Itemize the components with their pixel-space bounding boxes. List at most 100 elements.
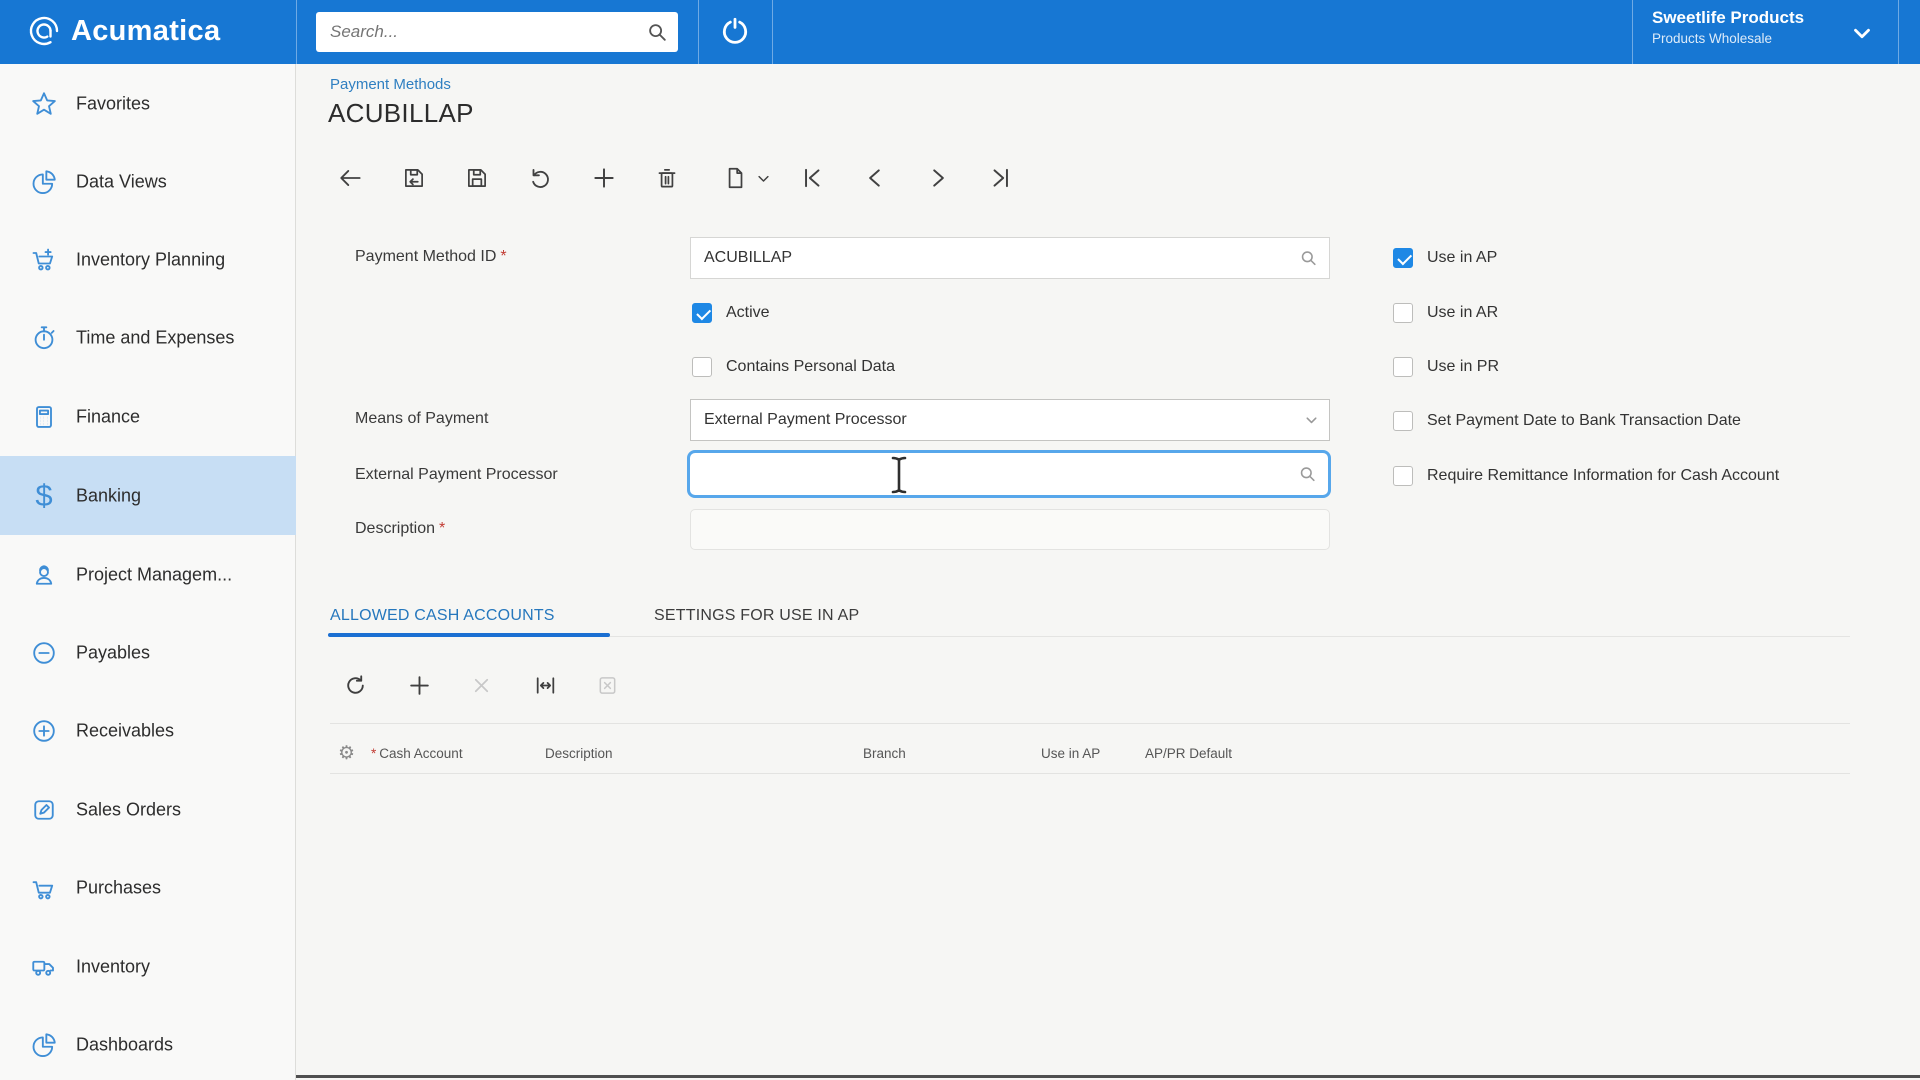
sidebar-item-label: Dashboards [76,1034,174,1054]
sidebar-item-inventory-planning[interactable]: Inventory Planning [0,220,296,299]
cancel-undo-button[interactable] [524,162,556,194]
stopwatch-icon [24,318,64,358]
sidebar-item-banking[interactable]: $ Banking [0,456,296,535]
use-in-pr-label[interactable]: Use in PR [1427,358,1499,376]
active-checkbox[interactable] [692,303,712,323]
search-icon[interactable] [646,21,668,43]
calculator-icon [24,397,64,437]
sidebar-item-purchases[interactable]: Purchases [0,848,296,927]
use-in-pr-checkbox[interactable] [1393,357,1413,377]
payment-method-id-field[interactable] [690,237,1330,279]
require-remittance-label[interactable]: Require Remittance Information for Cash … [1427,467,1779,485]
sidebar-item-data-views[interactable]: Data Views [0,142,296,221]
worker-icon [24,555,64,595]
grid-delete-row-icon[interactable] [465,669,497,701]
use-in-ap-checkbox[interactable] [1393,248,1413,268]
company-selector[interactable]: Sweetlife Products Products Wholesale [1652,8,1892,46]
topbar-separator [296,0,297,64]
sidebar-item-inventory[interactable]: Inventory [0,927,296,1006]
reload-icon[interactable] [719,16,751,48]
save-and-close-button[interactable] [398,162,430,194]
back-arrow-button[interactable] [335,162,367,194]
chevron-down-icon[interactable] [1303,412,1320,429]
sidebar-item-project-management[interactable]: Project Managem... [0,535,296,614]
grid-add-row-icon[interactable] [403,669,435,701]
external-payment-processor-label: External Payment Processor [355,466,558,483]
sidebar-item-receivables[interactable]: Receivables [0,691,296,770]
use-in-ar-label[interactable]: Use in AR [1427,304,1498,322]
sidebar-item-label: Receivables [76,720,175,740]
external-payment-processor-field[interactable] [687,450,1331,498]
sidebar-item-label: Finance [76,406,141,426]
set-payment-date-checkbox[interactable] [1393,411,1413,431]
sidebar-item-label: Inventory [76,956,151,976]
description-input[interactable] [703,510,1303,549]
top-bar: Acumatica Sweetlife Products Products Wh… [0,0,1920,64]
topbar-separator [698,0,699,64]
copy-paste-button[interactable] [719,162,751,194]
lookup-magnifier-icon[interactable] [1299,249,1318,268]
grid-settings-gear-icon[interactable]: ⚙ [338,742,355,765]
sidebar-item-label: Sales Orders [76,799,182,819]
cart-plus-icon [24,240,64,280]
sidebar-item-label: Payables [76,642,151,662]
column-header-description[interactable]: Description [545,746,613,761]
go-first-record-button[interactable] [796,162,828,194]
add-new-record-button[interactable] [588,162,620,194]
column-header-ap-pr-default[interactable]: AP/PR Default [1145,746,1232,761]
sidebar-item-finance[interactable]: Finance [0,377,296,456]
payment-method-id-input[interactable] [704,239,1264,277]
sidebar-item-label: Time and Expenses [76,327,235,347]
pie-chart-icon [24,162,64,202]
go-last-record-button[interactable] [985,162,1017,194]
tab-allowed-cash-accounts[interactable]: ALLOWED CASH ACCOUNTS [330,607,555,625]
require-remittance-checkbox[interactable] [1393,466,1413,486]
active-checkbox-label[interactable]: Active [726,304,770,322]
tab-settings-for-use-in-ap[interactable]: SETTINGS FOR USE IN AP [654,607,859,625]
text-cursor-ibeam [884,454,914,496]
sidebar-item-sales-orders[interactable]: Sales Orders [0,770,296,849]
column-header-use-in-ap[interactable]: Use in AP [1041,746,1100,761]
column-header-cash-account[interactable]: * Cash Account [371,746,463,761]
circle-minus-icon [24,633,64,673]
save-button[interactable] [461,162,493,194]
lookup-magnifier-icon[interactable] [1298,465,1317,484]
sidebar-item-favorites[interactable]: Favorites [0,64,296,143]
go-previous-record-button[interactable] [859,162,891,194]
contains-personal-data-label[interactable]: Contains Personal Data [726,358,895,376]
sidebar-item-time-and-expenses[interactable]: Time and Expenses [0,298,296,377]
global-search [316,12,678,52]
search-input[interactable] [330,12,630,52]
acumatica-logo[interactable]: Acumatica [26,13,220,49]
sidebar-item-label: Project Managem... [76,564,233,584]
contains-personal-data-checkbox[interactable] [692,357,712,377]
means-of-payment-value: External Payment Processor [704,411,907,428]
chevron-down-icon [1849,20,1875,46]
acumatica-swirl-icon [26,13,62,49]
pie-chart-icon [24,1025,64,1065]
sidebar-item-payables[interactable]: Payables [0,613,296,692]
circle-plus-icon [24,711,64,751]
grid-header-bottom-line [330,773,1850,774]
sidebar-item-label: Data Views [76,171,167,191]
delete-button[interactable] [651,162,683,194]
app: { "ui": { "required_mark": "*" }, "topba… [0,0,1920,1080]
use-in-ar-checkbox[interactable] [1393,303,1413,323]
column-header-branch[interactable]: Branch [863,746,906,761]
grid-export-excel-icon[interactable] [591,669,623,701]
grid-header-top-line [330,723,1850,724]
page-title: ACUBILLAP [328,98,474,128]
grid-refresh-icon[interactable] [339,669,371,701]
breadcrumb[interactable]: Payment Methods [330,76,451,93]
grid-fit-width-icon[interactable] [529,669,561,701]
means-of-payment-dropdown[interactable]: External Payment Processor [690,399,1330,441]
topbar-separator [772,0,773,64]
cart-icon [24,868,64,908]
external-payment-processor-input[interactable] [702,455,1282,493]
chevron-down-icon[interactable] [752,162,774,194]
go-next-record-button[interactable] [922,162,954,194]
description-field[interactable] [690,509,1330,550]
use-in-ap-label[interactable]: Use in AP [1427,249,1497,267]
sidebar-item-dashboards[interactable]: Dashboards [0,1005,296,1080]
set-payment-date-label[interactable]: Set Payment Date to Bank Transaction Dat… [1427,412,1741,430]
